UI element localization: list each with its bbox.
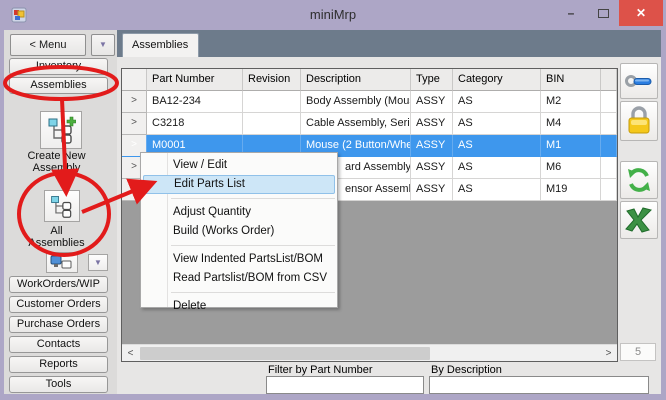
cell-filler (601, 113, 617, 135)
menu-item-view-indented-partslist[interactable]: View Indented PartsList/BOM (141, 250, 337, 269)
cell-bin: M2 (541, 91, 601, 113)
sidebar-item-tools[interactable]: Tools (9, 376, 108, 393)
chevron-down-icon: ▼ (94, 259, 102, 267)
cell-type: ASSY (411, 179, 453, 201)
menu-item-delete[interactable]: Delete (141, 297, 337, 316)
refresh-button[interactable] (620, 161, 658, 199)
col-header-revision[interactable]: Revision (243, 69, 301, 91)
menu-item-build-works-order[interactable]: Build (Works Order) (141, 222, 337, 241)
sidebar-item-assemblies[interactable]: Assemblies (9, 77, 108, 94)
col-header-bin[interactable]: BIN (541, 69, 601, 91)
close-button[interactable]: ✕ (619, 0, 663, 26)
context-menu: View / Edit Edit Parts List Adjust Quant… (140, 152, 338, 308)
col-header-type[interactable]: Type (411, 69, 453, 91)
cell-description: Body Assembly (Mouse... (301, 91, 411, 113)
table-row[interactable]: > C3218 Cable Assembly, Serial,... ASSY … (122, 113, 617, 135)
header-selector-cell (122, 69, 147, 91)
filter-part-number-label: Filter by Part Number (268, 364, 373, 376)
menu-item-adjust-quantity[interactable]: Adjust Quantity (141, 203, 337, 222)
sidebar-item-workorders[interactable]: WorkOrders/WIP (9, 276, 108, 293)
cell-type: ASSY (411, 135, 453, 157)
filter-description-label: By Description (431, 364, 502, 376)
cell-category: AS (453, 157, 541, 179)
lock-icon (626, 106, 652, 136)
cell-filler (601, 135, 617, 157)
record-count-badge: 5 (620, 343, 656, 361)
org-chart-plus-icon (46, 116, 76, 144)
back-menu-button[interactable]: < Menu (10, 34, 86, 56)
refresh-icon (625, 166, 653, 194)
row-selector[interactable]: > (122, 91, 147, 113)
workstation-view-button[interactable] (46, 252, 78, 273)
cell-bin: M1 (541, 135, 601, 157)
key-icon (624, 70, 654, 92)
scroll-right-icon[interactable]: > (600, 345, 617, 362)
cell-type: ASSY (411, 91, 453, 113)
login-key-button[interactable] (620, 63, 658, 99)
table-row[interactable]: > BA12-234 Body Assembly (Mouse... ASSY … (122, 91, 617, 113)
scrollbar-thumb[interactable] (140, 347, 430, 360)
create-new-assembly-button[interactable] (40, 111, 82, 149)
cell-part-number: BA12-234 (147, 91, 243, 113)
all-assemblies-label-line2: Assemblies (0, 237, 113, 249)
cell-category: AS (453, 113, 541, 135)
org-chart-icon (49, 193, 75, 219)
cell-bin: M4 (541, 113, 601, 135)
cell-description: Cable Assembly, Serial,... (301, 113, 411, 135)
sidebar-item-reports[interactable]: Reports (9, 356, 108, 373)
all-assemblies-button[interactable] (44, 190, 80, 222)
col-header-filler (601, 69, 617, 91)
all-assemblies-label-line1: All (0, 225, 113, 237)
cell-category: AS (453, 91, 541, 113)
tab-strip: Assemblies (117, 30, 661, 57)
cell-bin: M6 (541, 157, 601, 179)
cell-filler (601, 179, 617, 201)
menu-separator (171, 292, 335, 293)
filter-description-input[interactable] (429, 376, 649, 394)
menu-item-edit-parts-list[interactable]: Edit Parts List (143, 175, 335, 194)
filter-part-number-input[interactable] (266, 376, 424, 394)
scroll-left-icon[interactable]: < (122, 345, 139, 362)
sidebar-item-customer-orders[interactable]: Customer Orders (9, 296, 108, 313)
title-bar[interactable]: miniMrp – ✕ (0, 0, 666, 30)
grid-header-row: Part Number Revision Description Type Ca… (122, 69, 617, 91)
menu-item-view-edit[interactable]: View / Edit (141, 156, 337, 175)
create-new-assembly-label-line1: Create New (0, 150, 113, 162)
cell-category: AS (453, 179, 541, 201)
cell-revision (243, 113, 301, 135)
cell-part-number: C3218 (147, 113, 243, 135)
cell-filler (601, 91, 617, 113)
sidebar-item-contacts[interactable]: Contacts (9, 336, 108, 353)
minimize-button[interactable]: – (555, 0, 587, 26)
chevron-down-icon: ▼ (99, 41, 107, 49)
create-new-assembly-label-line2: Assembly (0, 162, 113, 174)
excel-icon (625, 207, 653, 233)
cell-category: AS (453, 135, 541, 157)
workstation-icon (50, 255, 74, 271)
tab-assemblies[interactable]: Assemblies (122, 33, 199, 57)
assemblies-view-dropdown-button[interactable]: ▼ (88, 254, 108, 271)
sidebar-item-purchase-orders[interactable]: Purchase Orders (9, 316, 108, 333)
col-header-description[interactable]: Description (301, 69, 411, 91)
lock-button[interactable] (620, 101, 658, 141)
menu-separator (171, 245, 335, 246)
sidebar-item-inventory[interactable]: Inventory (9, 58, 108, 75)
menu-item-read-partslist-csv[interactable]: Read Partslist/BOM from CSV (141, 269, 337, 288)
cell-filler (601, 157, 617, 179)
menu-dropdown-button[interactable]: ▼ (91, 34, 115, 56)
maximize-icon (598, 9, 609, 18)
cell-type: ASSY (411, 113, 453, 135)
menu-separator (171, 198, 335, 199)
maximize-button[interactable] (587, 0, 619, 26)
cell-type: ASSY (411, 157, 453, 179)
col-header-part-number[interactable]: Part Number (147, 69, 243, 91)
app-window: miniMrp – ✕ < Menu ▼ Inventory Assemblie… (0, 0, 666, 400)
export-excel-button[interactable] (620, 201, 658, 239)
col-header-category[interactable]: Category (453, 69, 541, 91)
row-selector[interactable]: > (122, 113, 147, 135)
cell-revision (243, 91, 301, 113)
cell-bin: M19 (541, 179, 601, 201)
horizontal-scrollbar[interactable]: < > (122, 344, 617, 361)
